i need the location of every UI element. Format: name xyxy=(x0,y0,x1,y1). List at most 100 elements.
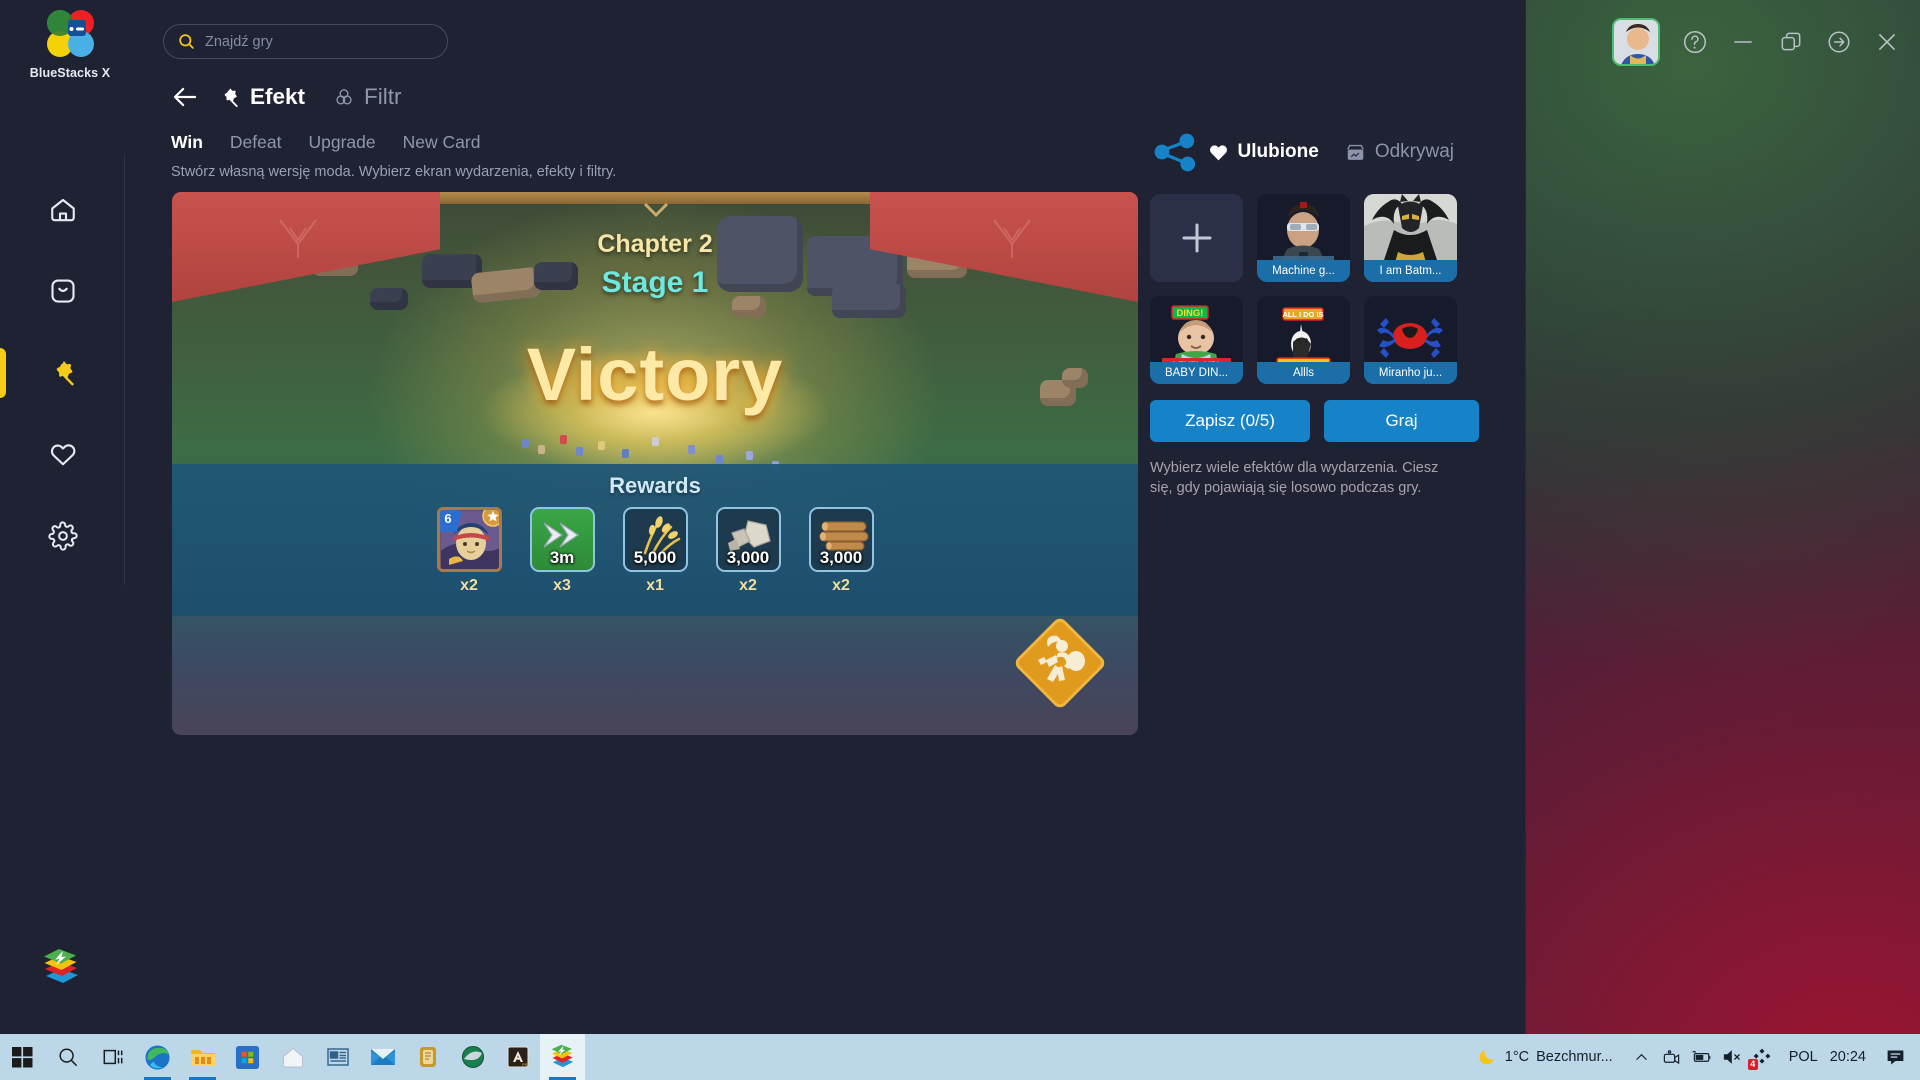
share-icon[interactable] xyxy=(1150,128,1202,176)
windows-start-icon[interactable] xyxy=(0,1034,45,1080)
effect-thumbnail[interactable]: I am Batm... xyxy=(1364,194,1457,282)
tab-defeat[interactable]: Defeat xyxy=(230,132,282,153)
panel-tab-favorites-label: Ulubione xyxy=(1237,141,1319,162)
tab-filter[interactable]: Filtr xyxy=(333,84,402,110)
reward-tile-speedup: 3m xyxy=(529,507,595,572)
a-pro-icon[interactable]: PRO xyxy=(495,1034,540,1080)
restore-icon[interactable] xyxy=(1778,29,1804,55)
panel-hint: Wybierz wiele efektów dla wydarzenia. Ci… xyxy=(1150,460,1439,496)
app-logo: BlueStacks X xyxy=(22,8,118,80)
add-effect-button[interactable] xyxy=(1150,194,1243,282)
system-tray: 1°C Bezchmur... 4 POL 20:24 xyxy=(1472,1034,1920,1080)
locale-indicator[interactable]: POL xyxy=(1789,1049,1818,1065)
panel-actions: Zapisz (0/5) Graj xyxy=(1150,400,1480,442)
tray-badge: 4 xyxy=(1747,1059,1758,1070)
page-subtitle: Stwórz własną wersję moda. Wybierz ekran… xyxy=(171,164,617,180)
edge-icon[interactable] xyxy=(135,1034,180,1080)
task-view-icon[interactable] xyxy=(90,1034,135,1080)
reward-value: 3,000 xyxy=(819,548,863,567)
weather-desc[interactable]: Bezchmur... xyxy=(1536,1049,1613,1065)
reward-multiplier: x2 xyxy=(460,577,478,594)
tab-upgrade[interactable]: Upgrade xyxy=(308,132,375,153)
user-avatar[interactable] xyxy=(1612,18,1660,66)
reward-item: 6 x2 xyxy=(436,507,502,595)
battery-icon[interactable] xyxy=(1687,1034,1717,1080)
sidebar-item-effects[interactable] xyxy=(0,343,125,403)
quest-runner-icon[interactable] xyxy=(1010,613,1110,713)
camera-icon[interactable] xyxy=(1657,1034,1687,1080)
rewards-title: Rewards xyxy=(609,473,701,498)
weather-moon-icon[interactable] xyxy=(1472,1034,1502,1080)
panel-tab-discover[interactable]: Odkrywaj xyxy=(1345,141,1454,163)
save-button[interactable]: Zapisz (0/5) xyxy=(1150,400,1310,442)
tab-effect[interactable]: Efekt xyxy=(218,84,305,110)
news-icon[interactable] xyxy=(315,1034,360,1080)
brand-label: BlueStacks X xyxy=(29,66,111,80)
preview-result: Victory xyxy=(526,333,784,416)
chevron-up-icon[interactable] xyxy=(1627,1034,1657,1080)
clock[interactable]: 20:24 xyxy=(1830,1049,1866,1065)
search-input[interactable]: Znajdź gry xyxy=(163,24,448,59)
forward-icon[interactable] xyxy=(1826,29,1852,55)
back-arrow-icon[interactable] xyxy=(170,82,200,112)
sidebar-item-home[interactable] xyxy=(0,180,125,240)
effects-panel: Ulubione Odkrywaj Machine g... I am Batm… xyxy=(1150,128,1480,498)
tab-win[interactable]: Win xyxy=(171,132,203,153)
reward-value: 3m xyxy=(549,548,575,567)
sidebar-item-settings[interactable] xyxy=(0,506,125,566)
tab-filter-label: Filtr xyxy=(364,84,402,109)
effect-thumbnail[interactable]: Miranho ju... xyxy=(1364,296,1457,384)
effect-caption: Allls xyxy=(1257,362,1350,384)
volume-muted-icon[interactable] xyxy=(1717,1034,1747,1080)
reward-multiplier: x3 xyxy=(553,577,571,594)
bluestacks-bottom-logo[interactable] xyxy=(36,942,86,992)
file-explorer-icon[interactable] xyxy=(180,1034,225,1080)
close-icon[interactable] xyxy=(1874,29,1900,55)
window-controls xyxy=(1612,18,1900,66)
home-icon[interactable] xyxy=(270,1034,315,1080)
panel-tab-favorites[interactable]: Ulubione xyxy=(1208,141,1319,163)
effect-thumbnail[interactable]: DING! LEVEL UP! BABY DIN... xyxy=(1150,296,1243,384)
notes-icon[interactable] xyxy=(405,1034,450,1080)
bluestacks-window: BlueStacks X Znajdź gry Efekt Filtr Win … xyxy=(0,0,1526,1034)
store-icon xyxy=(1346,144,1364,160)
windows-taskbar: PRO 1°C Bezchmur... 4 POL 20:24 xyxy=(0,1034,1920,1080)
taskbar-icons: PRO xyxy=(0,1034,585,1080)
tab-effect-label: Efekt xyxy=(250,84,306,109)
home-icon xyxy=(50,198,75,222)
game-preview[interactable]: Chapter 2 Stage 1 Victory Rewards 6 x2 3… xyxy=(172,192,1138,735)
heart-icon xyxy=(50,444,75,466)
help-icon[interactable] xyxy=(1682,29,1708,55)
reward-item: 3m x3 xyxy=(529,507,595,595)
effect-caption: I am Batm... xyxy=(1364,260,1457,282)
tab-new-card[interactable]: New Card xyxy=(403,132,481,153)
chevron-down-icon xyxy=(643,202,669,218)
svg-text:ALL I DO IS: ALL I DO IS xyxy=(1282,310,1323,319)
weather-temp[interactable]: 1°C xyxy=(1505,1049,1529,1065)
rewards-panel: Rewards 6 x2 3m x3 5,000 x1 3,000 x2 3,0… xyxy=(172,464,1138,616)
search-placeholder: Znajdź gry xyxy=(205,33,273,50)
bluestacks-icon[interactable] xyxy=(540,1034,585,1080)
sidebar-active-indicator xyxy=(0,348,6,398)
play-button[interactable]: Graj xyxy=(1324,400,1479,442)
search-icon xyxy=(179,34,194,49)
effect-thumbnail[interactable]: Machine g... xyxy=(1257,194,1350,282)
onedrive-sync-icon[interactable]: 4 xyxy=(1747,1034,1777,1080)
reward-multiplier: x1 xyxy=(646,577,664,594)
svg-text:DING!: DING! xyxy=(1177,308,1204,319)
sidebar-item-favorites[interactable] xyxy=(0,424,125,484)
notifications-icon[interactable] xyxy=(1880,1034,1910,1080)
sidebar-item-app-center[interactable] xyxy=(0,261,125,321)
search-icon[interactable] xyxy=(45,1034,90,1080)
maps-icon[interactable] xyxy=(450,1034,495,1080)
reward-tile-wood: 3,000 xyxy=(808,507,874,572)
app-bag-icon xyxy=(50,279,75,303)
reward-item: 3,000 x2 xyxy=(715,507,781,595)
effect-thumbnail[interactable]: ALL I DO IS WIN!!! Allls xyxy=(1257,296,1350,384)
effect-caption: Machine g... xyxy=(1257,260,1350,282)
minimize-icon[interactable] xyxy=(1730,29,1756,55)
preview-chapter: Chapter 2 xyxy=(597,230,713,258)
mail-icon[interactable] xyxy=(360,1034,405,1080)
heart-filled-icon xyxy=(1209,144,1227,160)
microsoft-store-icon[interactable] xyxy=(225,1034,270,1080)
